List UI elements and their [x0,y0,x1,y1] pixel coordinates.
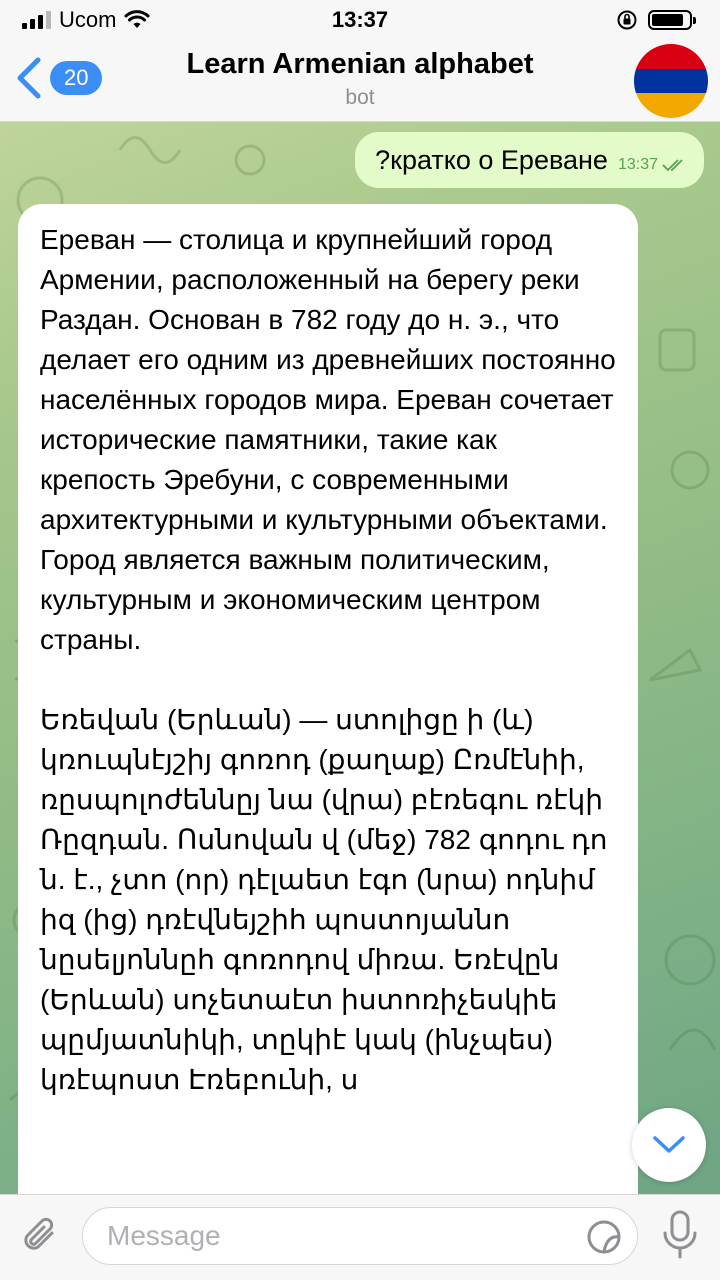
message-time: 13:37 [617,156,658,173]
outgoing-message-text: ?кратко о Ереване [375,144,608,175]
flag-stripe-blue [634,68,708,94]
sticker-icon[interactable] [586,1219,622,1255]
scroll-to-bottom-button[interactable] [632,1108,706,1182]
cellular-signal-icon [22,11,51,29]
outgoing-message[interactable]: ?кратко о Ереване 13:37 [355,132,704,188]
chat-subtitle: bot [345,86,375,109]
chevron-down-icon [653,1136,685,1153]
message-paragraph-russian: Ереван — столица и крупнейший город Арме… [40,224,624,655]
battery-level [652,14,683,26]
double-check-icon [662,159,683,172]
microphone-icon[interactable] [660,1209,700,1261]
wifi-icon [124,10,150,28]
carrier-name: Ucom [59,7,117,32]
message-composer [0,1194,720,1280]
message-meta: 13:37 [618,156,688,174]
orientation-lock-icon [617,10,637,30]
message-paragraph-armenian: Եռեվան (Երևան) — ստոլիցը ի (և) կռուպնէյշ… [40,704,616,1095]
chat-title[interactable]: Learn Armenian alphabet [0,48,720,81]
paperclip-icon[interactable] [18,1213,64,1259]
status-left: Ucom [22,7,150,33]
avatar[interactable] [634,44,708,118]
chat-header: 20 Learn Armenian alphabet bot [0,40,720,122]
incoming-message[interactable]: Ереван — столица и крупнейший город Арме… [18,204,638,1234]
status-bar: Ucom 13:37 [0,0,720,40]
status-time: 13:37 [331,7,389,32]
status-right [616,9,696,31]
battery-icon [648,10,696,30]
message-input[interactable] [82,1207,638,1265]
flag-stripe-orange [634,93,708,118]
